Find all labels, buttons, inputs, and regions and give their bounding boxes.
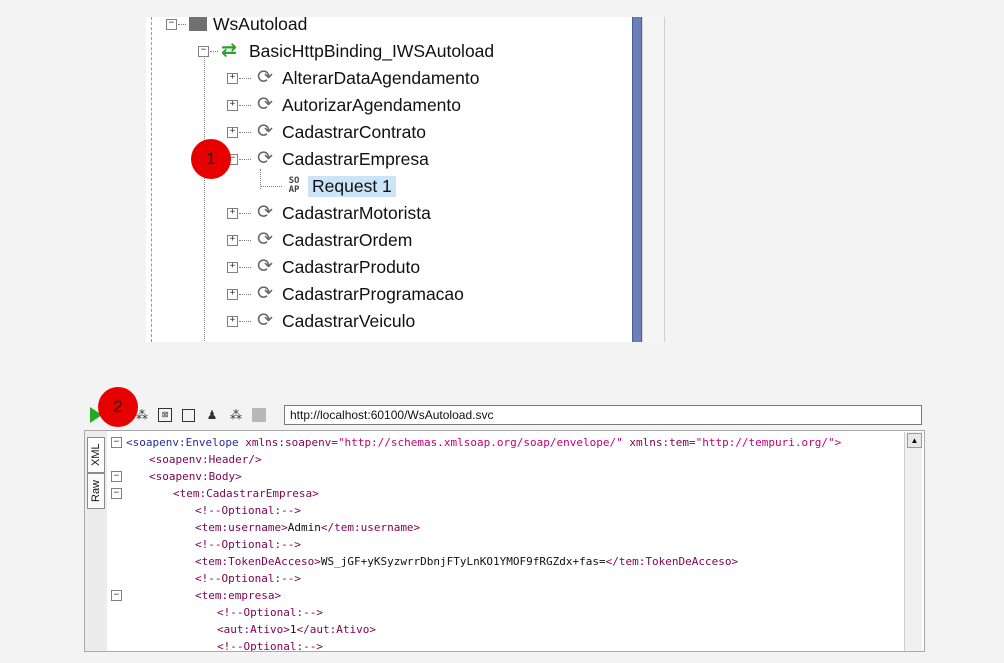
- tree-node-label: CadastrarProgramacao: [282, 283, 464, 304]
- annotation-marker-1: 1: [191, 139, 231, 179]
- tree-node-operation[interactable]: + ⟳ AutorizarAgendamento: [227, 92, 461, 118]
- tree-node-operation[interactable]: + ⟳ CadastrarProduto: [227, 254, 420, 280]
- expand-toggle[interactable]: +: [227, 315, 238, 327]
- annotation-marker-2: 2: [98, 387, 138, 427]
- operation-cycle-icon: ⟳: [257, 229, 273, 250]
- xml-comment: <!--Optional:-->: [195, 572, 301, 585]
- maximize-icon[interactable]: [182, 409, 195, 422]
- tree-dotline: [239, 320, 251, 322]
- tree-dotline: [178, 23, 186, 25]
- tree-dotline: [260, 185, 282, 187]
- soap-request-icon: SO AP: [288, 176, 300, 195]
- xml-comment: <!--Optional:-->: [195, 504, 301, 517]
- user-auth-icon[interactable]: ♟: [204, 407, 220, 423]
- fold-toggle[interactable]: −: [111, 488, 122, 499]
- operation-cycle-icon: ⟳: [257, 94, 273, 115]
- tree-node-label: CadastrarEmpresa: [282, 148, 429, 169]
- tree-node-label: CadastrarMotorista: [282, 202, 431, 223]
- fold-toggle[interactable]: −: [111, 471, 122, 482]
- tree-left-edge: [146, 17, 152, 342]
- expand-toggle[interactable]: +: [227, 288, 238, 300]
- tree-node-service[interactable]: − WsAutoload: [166, 17, 307, 37]
- xml-comment: <!--Optional:-->: [217, 606, 323, 619]
- expand-toggle[interactable]: +: [227, 261, 238, 273]
- xml-line: <tem:CadastrarEmpresa>: [173, 487, 319, 500]
- tree-node-operation[interactable]: + ⟳ AlterarDataAgendamento: [227, 65, 479, 91]
- tree-node-operation[interactable]: + ⟳ CadastrarOrdem: [227, 227, 412, 253]
- scroll-up-icon[interactable]: ▲: [907, 433, 922, 448]
- tree-node-operation[interactable]: + ⟳ CadastrarVeiculo: [227, 308, 415, 334]
- collapse-toggle[interactable]: −: [198, 45, 209, 57]
- tree-node-binding[interactable]: − ⇄ BasicHttpBinding_IWSAutoload: [198, 38, 494, 64]
- xml-content[interactable]: <soapenv:Envelope xmlns:soapenv="http://…: [125, 431, 903, 651]
- tree-dotline: [239, 104, 251, 106]
- xml-comment: <!--Optional:-->: [195, 538, 301, 551]
- tree-dotline: [239, 77, 251, 79]
- tree-node-operation[interactable]: − ⟳ CadastrarEmpresa: [227, 146, 429, 172]
- tree-scrollbar[interactable]: [632, 17, 642, 342]
- tree-node-label: CadastrarVeiculo: [282, 310, 416, 331]
- fold-toggle[interactable]: −: [111, 590, 122, 601]
- tree-node-label: CadastrarContrato: [282, 121, 426, 142]
- expand-toggle[interactable]: +: [227, 207, 238, 219]
- xml-line: <aut:Ativo>1</aut:Ativo>: [217, 623, 376, 636]
- tree-node-operation[interactable]: + ⟳ CadastrarProgramacao: [227, 281, 464, 307]
- binding-arrows-icon: ⇄: [221, 40, 237, 61]
- wsa-icon[interactable]: ⁂: [228, 407, 244, 423]
- service-icon: [189, 17, 207, 31]
- fold-toggle[interactable]: −: [111, 437, 122, 448]
- operation-cycle-icon: ⟳: [257, 283, 273, 304]
- service-tree: − WsAutoload − ⇄ BasicHttpBinding_IWSAut…: [146, 17, 665, 342]
- operation-cycle-icon: ⟳: [257, 310, 273, 331]
- tree-node-label: WsAutoload: [213, 17, 308, 34]
- xml-comment: <!--Optional:-->: [217, 640, 323, 651]
- tree-dotline: [239, 131, 251, 133]
- expand-toggle[interactable]: +: [227, 72, 238, 84]
- tree-node-label: AlterarDataAgendamento: [282, 67, 480, 88]
- request-label: Request 1: [308, 175, 396, 197]
- fold-gutter: − − − −: [107, 431, 125, 651]
- tree-dotline: [239, 212, 251, 214]
- endpoint-url-input[interactable]: [284, 405, 922, 425]
- xml-line: <soapenv:Body>: [149, 470, 242, 483]
- operation-cycle-icon: ⟳: [257, 148, 273, 169]
- xml-line: <soapenv:Envelope xmlns:soapenv="http://…: [126, 436, 842, 449]
- expand-toggle[interactable]: +: [227, 99, 238, 111]
- tree-dotline: [239, 293, 251, 295]
- operation-cycle-icon: ⟳: [257, 121, 273, 142]
- xml-editor: XML Raw − − − − <soapenv:Envelope xmlns:…: [84, 430, 925, 652]
- expand-toggle[interactable]: +: [227, 126, 238, 138]
- tree-node-request[interactable]: SO AP Request 1: [260, 173, 396, 199]
- operation-cycle-icon: ⟳: [257, 67, 273, 88]
- tree-node-label: CadastrarOrdem: [282, 229, 413, 250]
- tree-dotline: [239, 266, 251, 268]
- tab-xml[interactable]: XML: [87, 437, 105, 473]
- expand-toggle[interactable]: +: [227, 234, 238, 246]
- tree-side-panel: [642, 17, 664, 342]
- editor-scrollbar[interactable]: ▲: [904, 432, 922, 651]
- tree-connector: [204, 55, 205, 342]
- tree-dotline: [210, 50, 218, 52]
- tree-node-label: AutorizarAgendamento: [282, 94, 461, 115]
- collapse-toggle[interactable]: −: [166, 18, 177, 30]
- tree-node-label: CadastrarProduto: [282, 256, 421, 277]
- format-icon[interactable]: ⊠: [158, 408, 172, 422]
- tree-node-label: BasicHttpBinding_IWSAutoload: [249, 40, 495, 61]
- request-toolbar: ⁂ ⊠ ♟ ⁂: [84, 404, 925, 428]
- editor-view-tabs: XML Raw: [85, 431, 108, 651]
- operation-cycle-icon: ⟳: [257, 256, 273, 277]
- xml-line: <tem:TokenDeAcceso>WS_jGF+yKSyzwrrDbnjFT…: [195, 555, 739, 568]
- tree-node-operation[interactable]: + ⟳ CadastrarMotorista: [227, 200, 431, 226]
- xml-line: <tem:empresa>: [195, 589, 282, 602]
- operation-cycle-icon: ⟳: [257, 202, 273, 223]
- tree-dotline: [239, 158, 251, 160]
- xml-line: <tem:username>Admin</tem:username>: [195, 521, 421, 534]
- tree-node-operation[interactable]: + ⟳ CadastrarContrato: [227, 119, 426, 145]
- xml-line: <soapenv:Header/>: [149, 453, 262, 466]
- tab-raw[interactable]: Raw: [87, 473, 105, 509]
- tree-dotline: [239, 239, 251, 241]
- stop-icon[interactable]: [252, 408, 266, 422]
